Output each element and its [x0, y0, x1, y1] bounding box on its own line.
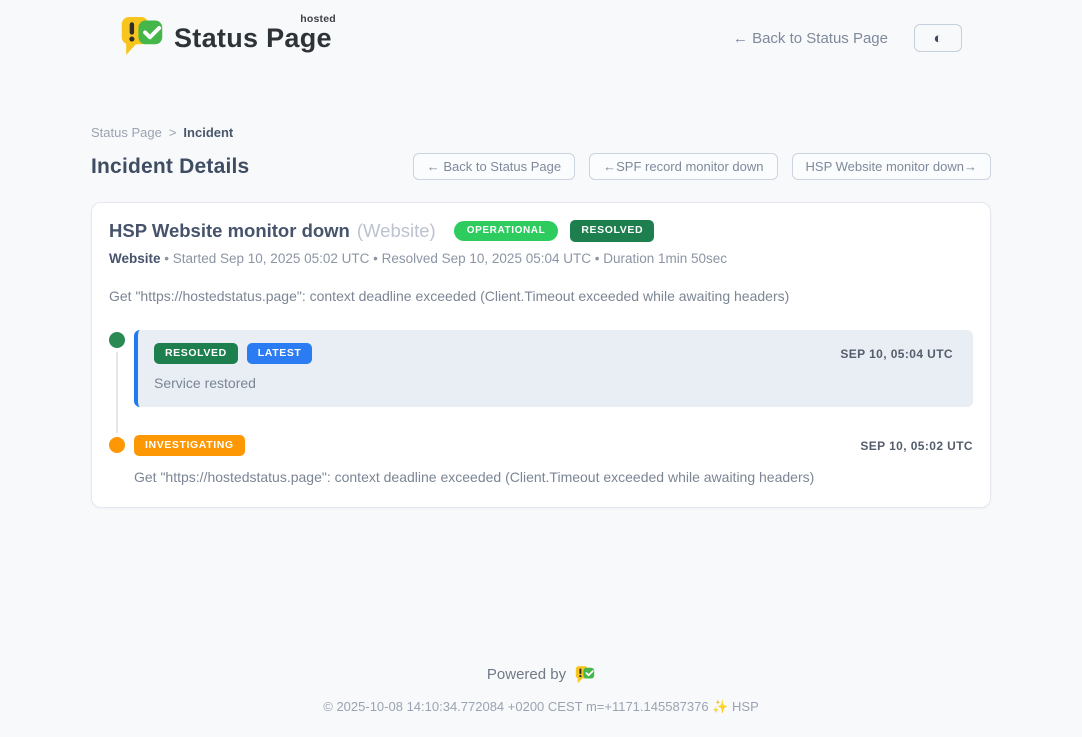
breadcrumb: Status Page > Incident [91, 125, 991, 140]
breadcrumb-status-page[interactable]: Status Page [91, 125, 162, 140]
resolved-badge: RESOLVED [570, 220, 654, 241]
breadcrumb-incident: Incident [183, 125, 233, 140]
incident-description: Get "https://hostedstatus.page": context… [109, 288, 973, 304]
timeline-timestamp: SEP 10, 05:04 UTC [840, 347, 953, 361]
timeline-latest-badge: LATEST [247, 343, 313, 364]
breadcrumb-separator: > [169, 125, 177, 140]
green-dot-icon [105, 328, 129, 352]
prev-incident-button[interactable]: ←SPF record monitor down [589, 153, 777, 180]
incident-timeline: RESOLVED LATEST SEP 10, 05:04 UTC Servic… [109, 330, 973, 485]
timeline-message: Service restored [154, 375, 953, 391]
logo-hosted-label: hosted [300, 13, 336, 25]
footer-logo-icon[interactable] [575, 665, 595, 684]
header: Status Page hosted ← Back to Status Page… [0, 0, 1082, 62]
timeline-item-resolved: RESOLVED LATEST SEP 10, 05:04 UTC Servic… [109, 330, 973, 407]
meta-service-name: Website [109, 251, 161, 266]
timeline-rail [109, 330, 134, 407]
incident-title: HSP Website monitor down [109, 220, 350, 242]
timeline-investigating-badge: INVESTIGATING [134, 435, 245, 456]
timeline-item-investigating: INVESTIGATING SEP 10, 05:02 UTC Get "htt… [109, 435, 973, 485]
operational-badge: OPERATIONAL [454, 221, 559, 242]
incident-service-label: (Website) [357, 220, 436, 242]
powered-by-label: Powered by [487, 666, 566, 683]
half-circle-icon: ◐ [933, 31, 942, 46]
meta-times: • Started Sep 10, 2025 05:02 UTC • Resol… [161, 251, 728, 266]
copyright-text: © 2025-10-08 14:10:34.772084 +0200 CEST … [0, 699, 1082, 715]
page-title: Incident Details [91, 155, 249, 179]
header-back-link[interactable]: ← Back to Status Page [733, 30, 888, 47]
orange-dot-icon [105, 433, 129, 457]
logo-title: Status Page hosted [174, 23, 336, 54]
incident-card: HSP Website monitor down (Website) OPERA… [91, 202, 991, 508]
timeline-message: Get "https://hostedstatus.page": context… [134, 469, 973, 485]
incident-meta: Website • Started Sep 10, 2025 05:02 UTC… [109, 251, 973, 266]
update-content: INVESTIGATING SEP 10, 05:02 UTC Get "htt… [134, 435, 973, 485]
app-logo[interactable]: Status Page hosted [120, 15, 336, 61]
theme-toggle-button[interactable]: ◐ [914, 24, 962, 52]
timeline-timestamp: SEP 10, 05:02 UTC [860, 439, 973, 453]
status-bubble-icon [120, 15, 164, 61]
incident-nav-buttons: ← Back to Status Page ←SPF record monito… [413, 153, 991, 180]
back-to-status-page-button[interactable]: ← Back to Status Page [413, 153, 575, 180]
timeline-resolved-badge: RESOLVED [154, 343, 238, 364]
main-content: Status Page > Incident Incident Details … [91, 125, 991, 508]
footer: Powered by © 2025-10-08 14:10:34.772084 … [0, 665, 1082, 737]
timeline-rail [109, 435, 134, 485]
next-incident-button[interactable]: HSP Website monitor down→ [792, 153, 991, 180]
latest-update-box: RESOLVED LATEST SEP 10, 05:04 UTC Servic… [134, 330, 973, 407]
